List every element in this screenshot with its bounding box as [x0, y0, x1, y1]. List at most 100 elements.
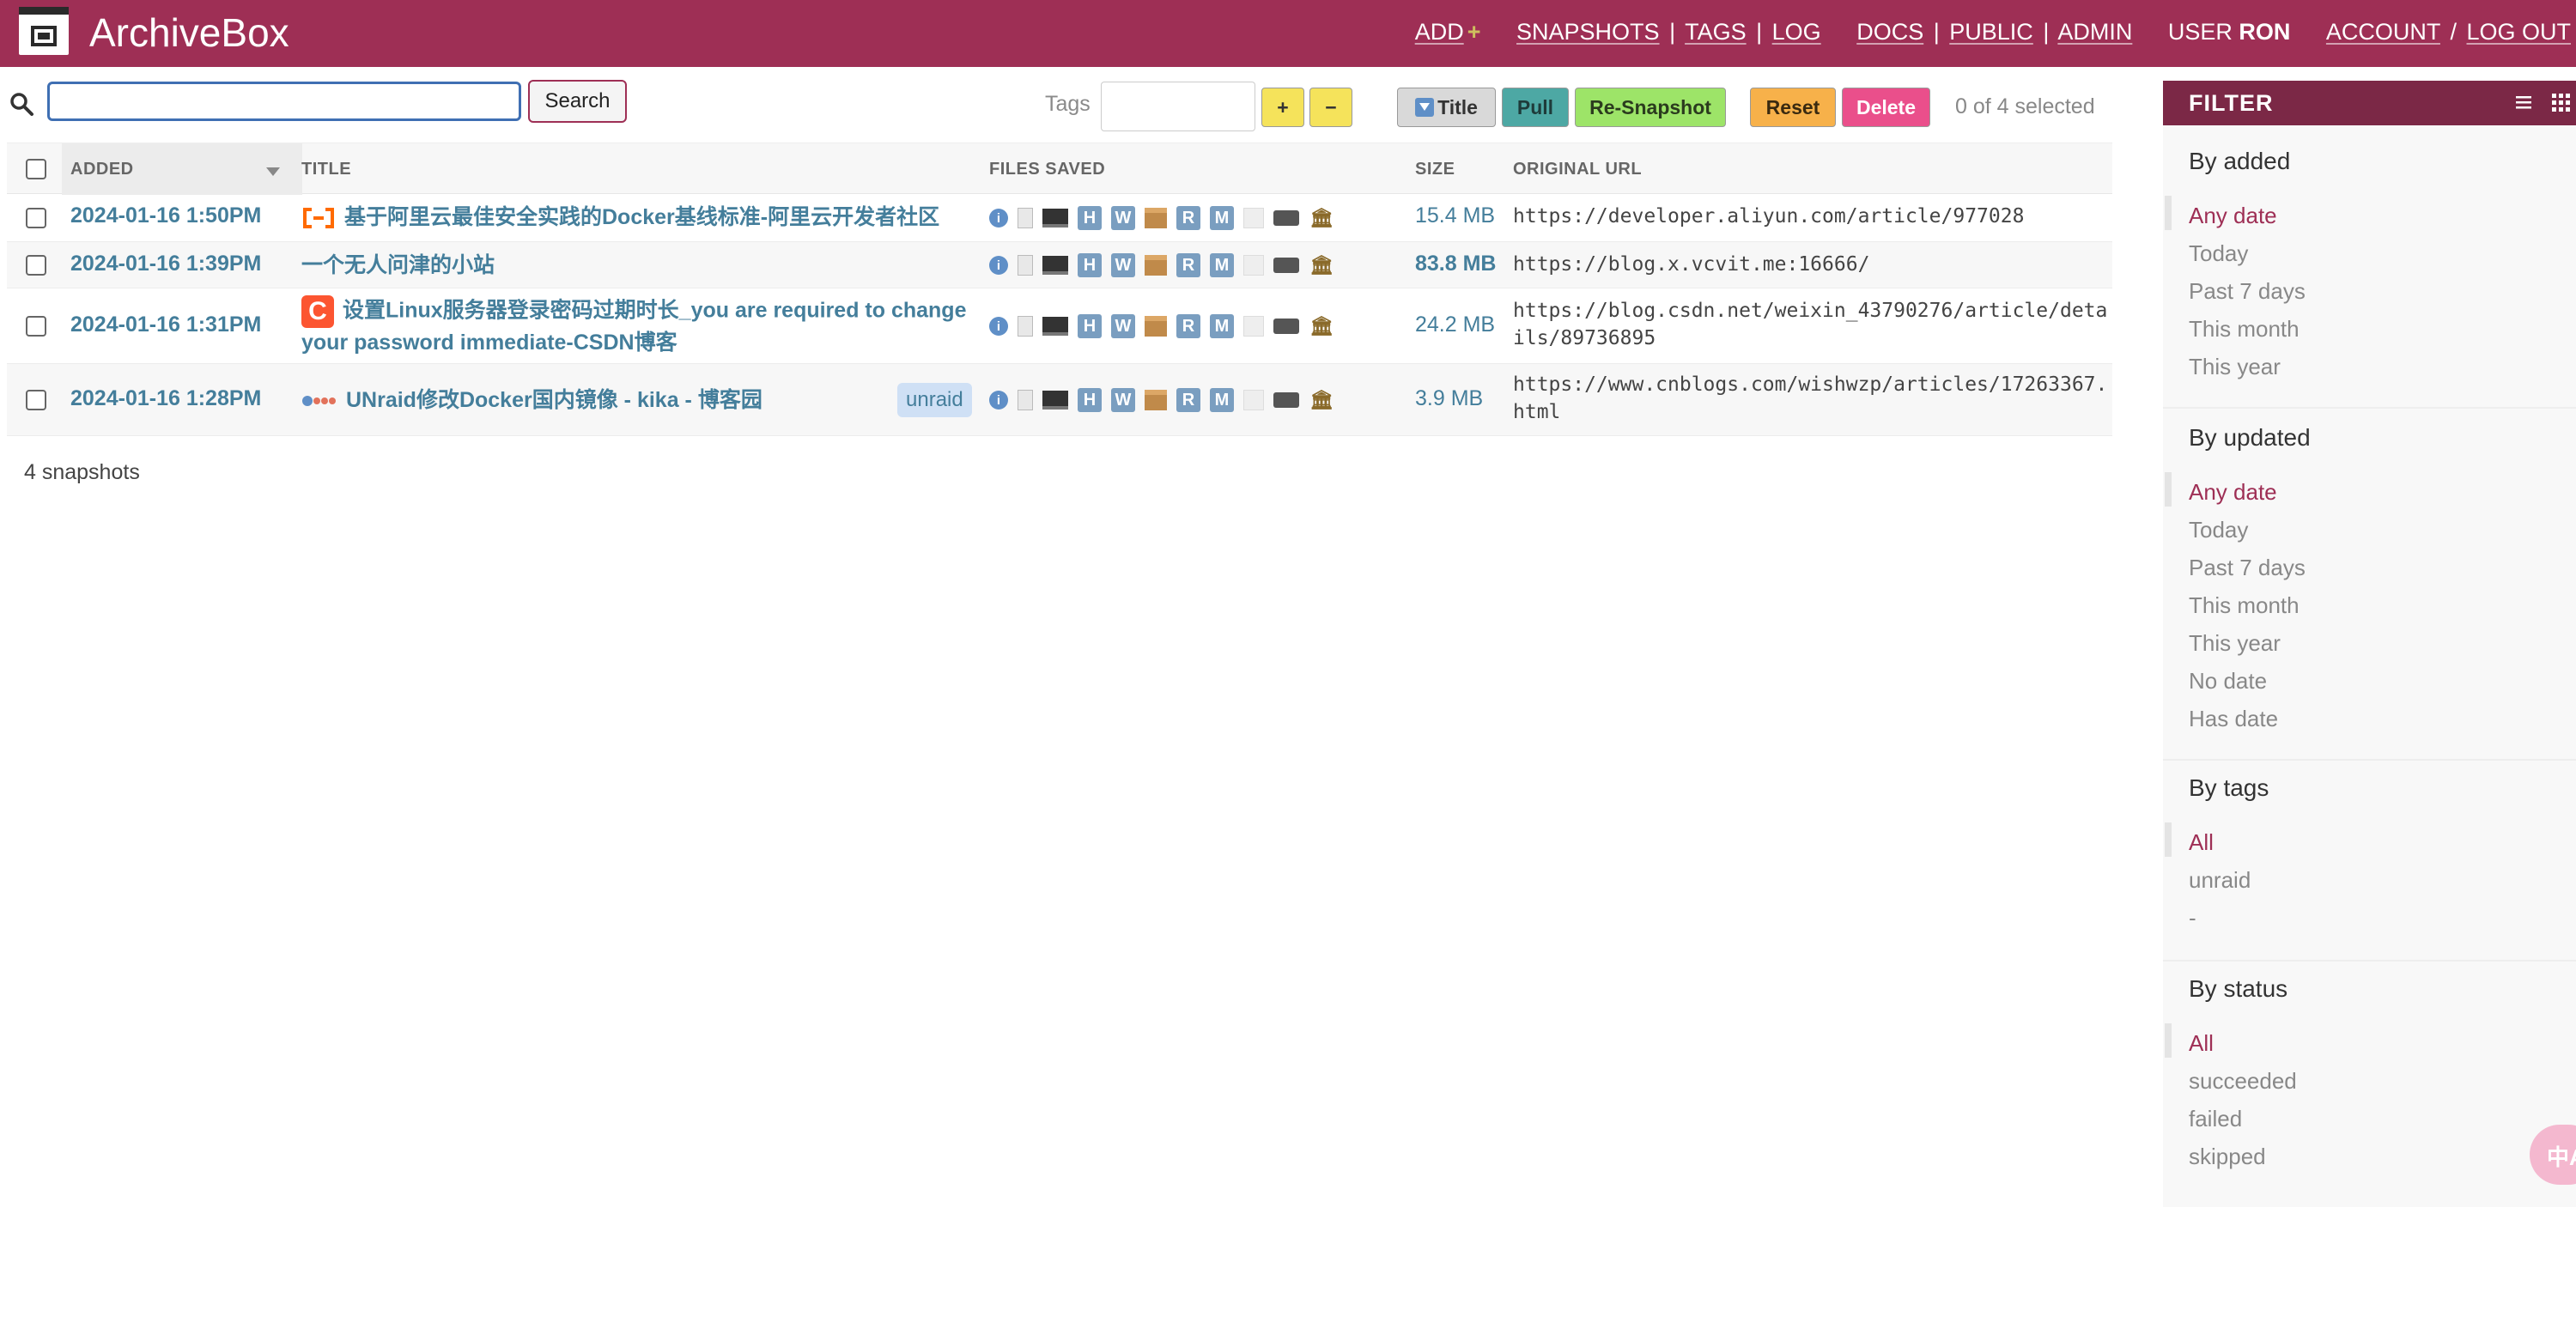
search-button[interactable]: Search	[528, 80, 627, 123]
row-size[interactable]: 83.8 MB	[1415, 252, 1496, 276]
html-icon[interactable]: H	[1078, 388, 1102, 412]
row-title-link[interactable]: 基于阿里云最佳安全实践的Docker基线标准-阿里云开发者社区	[301, 203, 980, 232]
warc-icon[interactable]: W	[1111, 314, 1135, 338]
archive-box-icon[interactable]	[1145, 316, 1167, 337]
info-icon[interactable]: i	[989, 317, 1008, 336]
row-original-url[interactable]: https://www.cnblogs.com/wishwzp/articles…	[1513, 371, 2114, 426]
empty-file-icon[interactable]	[1243, 208, 1264, 228]
warc-icon[interactable]: W	[1111, 253, 1135, 277]
row-added-date[interactable]: 2024-01-16 1:50PM	[70, 203, 261, 228]
row-original-url[interactable]: https://developer.aliyun.com/article/977…	[1513, 203, 2114, 230]
readability-icon[interactable]: R	[1176, 206, 1200, 230]
column-header-size[interactable]: SIZE	[1415, 143, 1455, 195]
html-icon[interactable]: H	[1078, 253, 1102, 277]
archive-org-icon[interactable]: 🏛	[1309, 315, 1334, 337]
filter-option-failed[interactable]: failed	[2189, 1106, 2242, 1132]
row-size[interactable]: 15.4 MB	[1415, 203, 1495, 228]
screenshot-icon[interactable]	[1042, 317, 1068, 336]
document-icon[interactable]	[1018, 390, 1033, 410]
document-icon[interactable]	[1018, 316, 1033, 337]
row-added-date[interactable]: 2024-01-16 1:31PM	[70, 312, 261, 337]
filter-option-any-date[interactable]: Any date	[2189, 479, 2277, 506]
nav-docs-link[interactable]: DOCS	[1856, 19, 1923, 45]
list-view-icon[interactable]	[2514, 93, 2533, 112]
filter-option-succeeded[interactable]: succeeded	[2189, 1068, 2297, 1095]
row-size[interactable]: 24.2 MB	[1415, 312, 1495, 337]
filter-option-has-date[interactable]: Has date	[2189, 706, 2278, 732]
filter-option-today[interactable]: Today	[2189, 240, 2248, 267]
filter-option-any-date[interactable]: Any date	[2189, 203, 2277, 229]
nav-public-link[interactable]: PUBLIC	[1949, 19, 2033, 45]
tags-input[interactable]	[1101, 82, 1255, 131]
filter-option-this-year[interactable]: This year	[2189, 630, 2281, 657]
archive-org-icon[interactable]: 🏛	[1309, 389, 1334, 411]
nav-snapshots-link[interactable]: SNAPSHOTS	[1516, 19, 1660, 45]
tag-badge[interactable]: unraid	[897, 383, 972, 417]
media-icon[interactable]	[1273, 210, 1299, 226]
add-tag-button[interactable]: +	[1261, 88, 1304, 127]
column-header-url[interactable]: ORIGINAL URL	[1513, 143, 1642, 195]
row-size[interactable]: 3.9 MB	[1415, 386, 1483, 411]
html-icon[interactable]: H	[1078, 206, 1102, 230]
filter-option-past-7-days[interactable]: Past 7 days	[2189, 278, 2306, 305]
archive-org-icon[interactable]: 🏛	[1309, 254, 1334, 276]
column-header-added[interactable]: ADDED	[70, 143, 134, 195]
filter-option-skipped[interactable]: skipped	[2189, 1144, 2266, 1170]
nav-admin-link[interactable]: ADMIN	[2057, 19, 2132, 45]
sort-desc-icon[interactable]	[266, 167, 280, 176]
row-checkbox[interactable]	[26, 390, 46, 410]
row-original-url[interactable]: https://blog.csdn.net/weixin_43790276/ar…	[1513, 297, 2114, 352]
info-icon[interactable]: i	[989, 209, 1008, 228]
resnapshot-button[interactable]: Re-Snapshot	[1575, 88, 1726, 127]
filter-option-all[interactable]: All	[2189, 1030, 2214, 1057]
empty-file-icon[interactable]	[1243, 316, 1264, 337]
remove-tag-button[interactable]: −	[1309, 88, 1352, 127]
filter-option-past-7-days[interactable]: Past 7 days	[2189, 555, 2306, 581]
document-icon[interactable]	[1018, 255, 1033, 276]
search-input[interactable]	[47, 82, 521, 121]
row-title-link[interactable]: C 设置Linux服务器登录密码过期时长_you are required to …	[301, 295, 980, 357]
screenshot-icon[interactable]	[1042, 256, 1068, 275]
warc-icon[interactable]: W	[1111, 388, 1135, 412]
nav-add-link[interactable]: ADD	[1415, 19, 1464, 45]
add-plus-icon[interactable]: +	[1467, 19, 1481, 45]
row-checkbox[interactable]	[26, 255, 46, 276]
archive-box-icon[interactable]	[1145, 208, 1167, 228]
row-original-url[interactable]: https://blog.x.vcvit.me:16666/	[1513, 251, 2114, 278]
media-icon[interactable]	[1273, 392, 1299, 408]
row-checkbox[interactable]	[26, 208, 46, 228]
info-icon[interactable]: i	[989, 256, 1008, 275]
row-checbox[interactable]	[26, 316, 46, 337]
empty-file-icon[interactable]	[1243, 255, 1264, 276]
nav-logout-link[interactable]: LOG OUT	[2466, 19, 2571, 45]
archivebox-logo-icon[interactable]	[19, 7, 69, 55]
delete-button[interactable]: Delete	[1842, 88, 1930, 127]
filter-option-all[interactable]: All	[2189, 829, 2214, 856]
archive-box-icon[interactable]	[1145, 390, 1167, 410]
row-title-link[interactable]: 一个无人问津的小站	[301, 251, 980, 280]
readability-icon[interactable]: R	[1176, 388, 1200, 412]
select-all-checkbox[interactable]	[26, 159, 46, 179]
archive-box-icon[interactable]	[1145, 255, 1167, 276]
filter-option-this-month[interactable]: This month	[2189, 592, 2300, 619]
update-title-button[interactable]: Title	[1397, 88, 1496, 127]
row-added-date[interactable]: 2024-01-16 1:28PM	[70, 386, 261, 411]
pull-button[interactable]: Pull	[1502, 88, 1569, 127]
html-icon[interactable]: H	[1078, 314, 1102, 338]
readability-icon[interactable]: R	[1176, 314, 1200, 338]
nav-log-link[interactable]: LOG	[1772, 19, 1821, 45]
mercury-icon[interactable]: M	[1210, 206, 1234, 230]
grid-view-icon[interactable]	[2550, 92, 2571, 112]
row-title-link[interactable]: UNraid修改Docker国内镜像 - kika - 博客园	[301, 385, 885, 415]
screenshot-icon[interactable]	[1042, 391, 1068, 410]
info-icon[interactable]: i	[989, 391, 1008, 410]
row-added-date[interactable]: 2024-01-16 1:39PM	[70, 252, 261, 276]
column-header-title[interactable]: TITLE	[301, 143, 351, 195]
media-icon[interactable]	[1273, 319, 1299, 334]
filter-option-unraid[interactable]: unraid	[2189, 867, 2251, 894]
nav-tags-link[interactable]: TAGS	[1685, 19, 1747, 45]
readability-icon[interactable]: R	[1176, 253, 1200, 277]
archive-org-icon[interactable]: 🏛	[1309, 207, 1334, 229]
filter-option-this-year[interactable]: This year	[2189, 354, 2281, 380]
screenshot-icon[interactable]	[1042, 209, 1068, 228]
